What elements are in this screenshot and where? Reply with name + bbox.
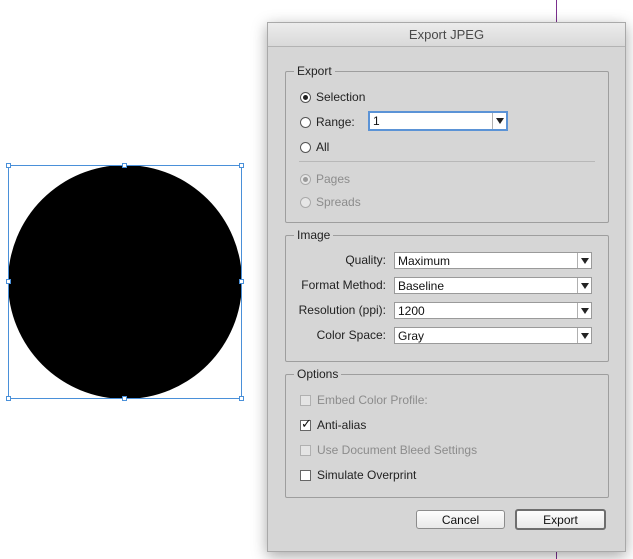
- handle-top-right[interactable]: [239, 163, 244, 168]
- radio-range-label: Range:: [316, 115, 355, 129]
- selection-bounding-box: [8, 165, 242, 399]
- handle-bottom-center[interactable]: [122, 396, 127, 401]
- quality-dropdown-button[interactable]: [577, 253, 591, 268]
- handle-bottom-left[interactable]: [6, 396, 11, 401]
- radio-all[interactable]: All: [300, 138, 329, 156]
- image-group: Image Quality: Maximum Format Method: Ba…: [285, 228, 609, 362]
- format-method-dropdown-button[interactable]: [577, 278, 591, 293]
- radio-pages-indicator: [300, 173, 311, 185]
- format-method-value: Baseline: [398, 278, 445, 293]
- radio-range[interactable]: Range:: [300, 113, 355, 131]
- simulate-overprint-label: Simulate Overprint: [317, 468, 417, 482]
- radio-pages-label: Pages: [316, 172, 351, 186]
- anti-alias-checkbox[interactable]: Anti-alias: [300, 416, 366, 434]
- radio-selection[interactable]: Selection: [300, 88, 365, 106]
- format-method-select[interactable]: Baseline: [394, 277, 592, 294]
- handle-bottom-right[interactable]: [239, 396, 244, 401]
- color-space-label: Color Space:: [316, 328, 386, 342]
- export-button[interactable]: Export: [515, 509, 606, 530]
- color-space-value: Gray: [398, 328, 425, 343]
- export-group: Export Selection Range: 1 All Pages Spre…: [285, 64, 609, 223]
- chevron-down-icon: [580, 332, 589, 339]
- handle-middle-left[interactable]: [6, 279, 11, 284]
- quality-select[interactable]: Maximum: [394, 252, 592, 269]
- resolution-select[interactable]: 1200: [394, 302, 592, 319]
- document-bleed-label: Use Document Bleed Settings: [317, 443, 478, 457]
- resolution-dropdown-button[interactable]: [577, 303, 591, 318]
- document-bleed-box: [300, 444, 311, 456]
- anti-alias-label: Anti-alias: [317, 418, 367, 432]
- radio-spreads: Spreads: [300, 193, 361, 211]
- color-space-select[interactable]: Gray: [394, 327, 592, 344]
- resolution-value[interactable]: 1200: [395, 304, 577, 318]
- simulate-overprint-checkbox[interactable]: Simulate Overprint: [300, 466, 416, 484]
- embed-color-profile-checkbox: Embed Color Profile:: [300, 391, 428, 409]
- image-group-legend: Image: [294, 228, 334, 242]
- radio-selection-indicator[interactable]: [300, 91, 311, 103]
- handle-top-left[interactable]: [6, 163, 11, 168]
- resolution-label: Resolution (ppi):: [298, 303, 386, 317]
- range-input[interactable]: 1: [368, 111, 508, 131]
- chevron-down-icon: [495, 118, 504, 124]
- color-space-dropdown-button[interactable]: [577, 328, 591, 343]
- export-jpeg-dialog: Export JPEG Export Selection Range: 1 Al…: [267, 22, 626, 552]
- quality-value: Maximum: [398, 253, 451, 268]
- radio-all-label: All: [316, 140, 330, 154]
- quality-label: Quality:: [345, 253, 386, 267]
- export-group-legend: Export: [294, 64, 335, 78]
- radio-spreads-indicator: [300, 196, 311, 208]
- chevron-down-icon: [580, 282, 589, 289]
- range-dropdown-button[interactable]: [492, 113, 506, 129]
- cancel-button[interactable]: Cancel: [416, 510, 505, 529]
- radio-spreads-label: Spreads: [316, 195, 361, 209]
- options-group-legend: Options: [294, 367, 342, 381]
- dialog-title: Export JPEG: [268, 23, 625, 47]
- options-group: Options Embed Color Profile: Anti-alias …: [285, 367, 609, 498]
- embed-color-profile-box: [300, 394, 311, 406]
- radio-all-indicator[interactable]: [300, 141, 311, 153]
- handle-top-center[interactable]: [122, 163, 127, 168]
- document-bleed-checkbox: Use Document Bleed Settings: [300, 441, 477, 459]
- chevron-down-icon: [580, 307, 589, 314]
- handle-middle-right[interactable]: [239, 279, 244, 284]
- anti-alias-box[interactable]: [300, 417, 312, 432]
- chevron-down-icon: [580, 257, 589, 264]
- embed-color-profile-label: Embed Color Profile:: [317, 393, 428, 407]
- export-divider: [299, 161, 595, 162]
- range-input-value[interactable]: 1: [370, 114, 492, 128]
- radio-pages: Pages: [300, 170, 350, 188]
- format-method-label: Format Method:: [301, 278, 386, 292]
- radio-range-indicator[interactable]: [300, 116, 311, 128]
- simulate-overprint-box[interactable]: [300, 469, 311, 481]
- radio-selection-label: Selection: [316, 90, 366, 104]
